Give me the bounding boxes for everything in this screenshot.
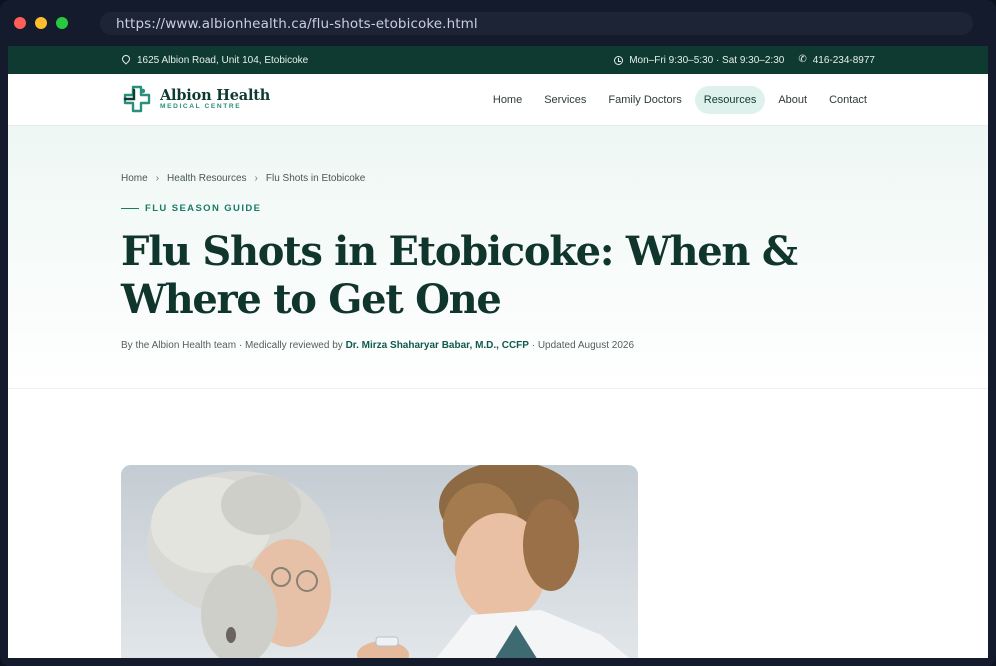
brand-name: Albion Health — [160, 87, 271, 104]
nurse-and-patient-photo — [121, 465, 638, 658]
phone-text: 416-234-8977 — [812, 54, 875, 66]
site-header: Albion Health MEDICAL CENTRE Home Servic… — [8, 74, 988, 126]
medical-cross-logo — [123, 85, 151, 112]
site-logo[interactable]: Albion Health MEDICAL CENTRE — [121, 85, 270, 115]
breadcrumb-current: Flu Shots in Etobicoke — [265, 173, 366, 184]
breadcrumb-health-resources[interactable]: Health Resources — [167, 173, 246, 184]
address-bar[interactable]: https://www.albionhealth.ca/flu-shots-et… — [100, 12, 973, 35]
article-content — [8, 389, 988, 658]
maximize-window-button[interactable] — [56, 17, 68, 29]
nav-family-doctors[interactable]: Family Doctors — [599, 86, 690, 114]
hours-text: Mon–Fri 9:30–5:30 · Sat 9:30–2:30 — [629, 54, 785, 66]
breadcrumb: Home › Health Resources › Flu Shots in E… — [121, 173, 875, 184]
phone-icon: ✆ — [798, 54, 807, 65]
main-nav: Home Services Family Doctors Resources A… — [484, 85, 876, 114]
chevron-right-icon: › — [155, 173, 160, 184]
browser-window: https://www.albionhealth.ca/flu-shots-et… — [0, 0, 996, 666]
nav-home[interactable]: Home — [484, 86, 531, 114]
page-title: Flu Shots in Etobicoke: When & Where to … — [121, 228, 798, 323]
article-byline: By the Albion Health team · Medically re… — [121, 340, 875, 351]
close-window-button[interactable] — [14, 17, 26, 29]
chevron-right-icon: › — [254, 173, 258, 184]
address-info: 1625 Albion Road, Unit 104, Etobicoke — [120, 53, 309, 66]
nav-about[interactable]: About — [769, 86, 816, 114]
byline-suffix: · Updated August 2026 — [528, 340, 635, 351]
eyebrow-text: FLU SEASON GUIDE — [145, 203, 262, 214]
breadcrumb-home[interactable]: Home — [121, 173, 148, 184]
address-text: 1625 Albion Road, Unit 104, Etobicoke — [137, 54, 309, 66]
byline-prefix: By the Albion Health team · Medically re… — [121, 340, 346, 351]
nav-services[interactable]: Services — [535, 86, 595, 114]
nav-contact[interactable]: Contact — [820, 86, 876, 114]
reviewer-name[interactable]: Dr. Mirza Shaharyar Babar, M.D., CCFP — [346, 340, 529, 351]
map-pin-icon — [120, 53, 132, 65]
brand-subtitle: MEDICAL CENTRE — [160, 103, 242, 110]
phone-link[interactable]: ✆ 416-234-8977 — [798, 55, 875, 66]
nav-resources[interactable]: Resources — [694, 85, 766, 114]
top-info-bar: 1625 Albion Road, Unit 104, Etobicoke Mo… — [8, 46, 988, 74]
article-hero: Home › Health Resources › Flu Shots in E… — [8, 126, 988, 389]
hours-info: Mon–Fri 9:30–5:30 · Sat 9:30–2:30 — [614, 55, 784, 66]
browser-chrome: https://www.albionhealth.ca/flu-shots-et… — [0, 0, 996, 46]
page-viewport: 1625 Albion Road, Unit 104, Etobicoke Mo… — [8, 46, 988, 658]
article-eyebrow: FLU SEASON GUIDE — [121, 203, 875, 214]
address-bar-url: https://www.albionhealth.ca/flu-shots-et… — [116, 15, 478, 32]
clock-icon — [614, 55, 624, 65]
eyebrow-line — [121, 207, 139, 210]
minimize-window-button[interactable] — [35, 17, 47, 29]
article-hero-photo — [121, 465, 638, 658]
